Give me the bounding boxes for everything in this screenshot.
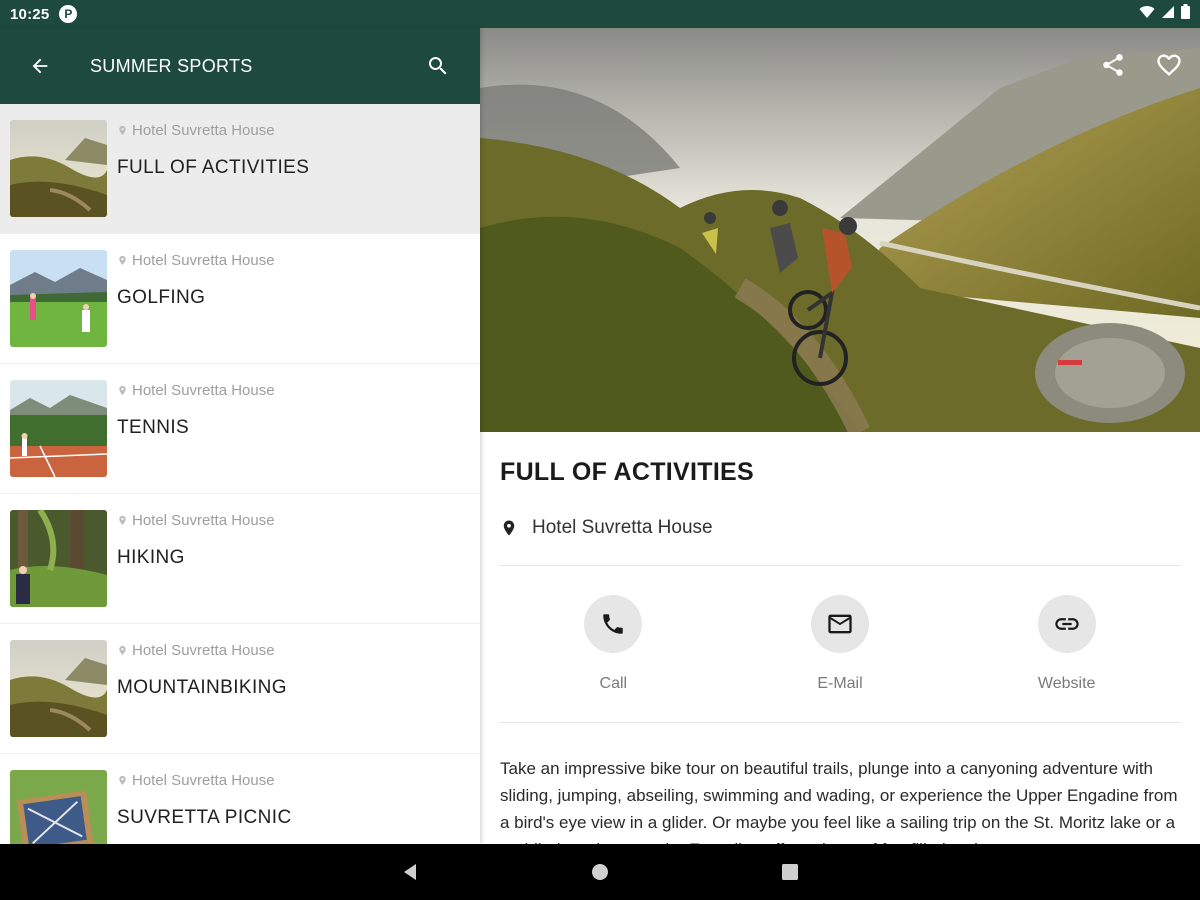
share-icon [1103,54,1123,76]
website-icon-circle [1037,595,1096,653]
item-location-text: Hotel Suvretta House [132,642,275,659]
detail-location-text: Hotel Suvretta House [532,517,713,538]
nav-back-icon [404,864,416,880]
signal-icon [1161,5,1175,24]
notification-app-icon: P [59,5,78,23]
heart-icon [1157,54,1181,76]
item-location: Hotel Suvretta House [117,512,275,529]
hero-actions [1096,48,1186,82]
location-pin-icon [119,645,126,656]
item-location-text: Hotel Suvretta House [132,772,275,789]
phone-icon [603,614,624,634]
item-location: Hotel Suvretta House [117,122,309,139]
item-location: Hotel Suvretta House [117,382,275,399]
item-location-text: Hotel Suvretta House [132,122,275,139]
location-pin-icon [119,515,126,526]
thumbnail-image [10,380,107,477]
wifi-icon [1139,5,1155,24]
status-bar: 10:25 P [0,0,1200,28]
status-time: 10:25 [10,5,50,23]
detail-pane: FULL OF ACTIVITIES Hotel Suvretta House … [480,28,1200,844]
item-location: Hotel Suvretta House [117,252,275,269]
call-label: Call [599,675,628,692]
nav-home-button[interactable] [580,852,620,892]
item-location-text: Hotel Suvretta House [132,252,275,269]
detail-content: FULL OF ACTIVITIES Hotel Suvretta House … [480,458,1200,844]
list-item[interactable]: Hotel Suvretta House HIKING [0,494,480,624]
back-button[interactable] [18,44,62,88]
call-icon-circle [584,595,643,653]
detail-title: FULL OF ACTIVITIES [500,458,755,486]
search-icon [429,57,447,75]
thumbnail-image [10,250,107,347]
item-location-text: Hotel Suvretta House [132,382,275,399]
nav-recents-icon [782,864,798,880]
search-button[interactable] [416,44,460,88]
email-label: E-Mail [817,675,863,692]
thumbnail-image [10,640,107,737]
mail-icon [828,614,852,634]
list-item[interactable]: Hotel Suvretta House FULL OF ACTIVITIES [0,104,480,234]
call-button[interactable]: Call [500,595,727,693]
item-title: TENNIS [117,417,190,438]
list-item[interactable]: Hotel Suvretta House MOUNTAINBIKING [0,624,480,754]
contact-actions: Call E-Mail Website [500,566,1180,722]
item-location-text: Hotel Suvretta House [132,512,275,529]
activity-list: Hotel Suvretta House FULL OF ACTIVITIES [0,104,480,844]
nav-home-icon [592,864,608,880]
share-button[interactable] [1096,48,1130,82]
item-location: Hotel Suvretta House [117,772,292,789]
thumbnail-image [10,770,107,844]
website-label: Website [1037,675,1096,692]
battery-icon [1181,4,1190,24]
website-button[interactable]: Website [953,595,1180,693]
location-pin-icon [119,255,126,266]
divider [500,722,1180,723]
list-pane: SUMMER SPORTS Hotel Suvretta House FULL … [0,28,480,844]
status-icons [1139,4,1190,24]
list-item[interactable]: Hotel Suvretta House SUVRETTA PICNIC [0,754,480,844]
item-title: HIKING [117,547,185,568]
list-item[interactable]: Hotel Suvretta House GOLFING [0,234,480,364]
favorite-button[interactable] [1152,48,1186,82]
page-title: SUMMER SPORTS [90,55,253,76]
email-icon-circle [811,595,869,653]
nav-recents-button[interactable] [770,852,810,892]
location-pin-icon [503,520,515,536]
system-nav-bar [0,844,1200,900]
item-title: MOUNTAINBIKING [117,677,287,698]
item-location: Hotel Suvretta House [117,642,287,659]
link-icon [1055,618,1079,630]
item-title: GOLFING [117,287,206,308]
app-bar: SUMMER SPORTS [0,28,480,104]
item-title: FULL OF ACTIVITIES [117,157,310,178]
detail-location[interactable]: Hotel Suvretta House [500,517,1180,539]
thumbnail-image [10,510,107,607]
thumbnail-image [10,120,107,217]
list-item[interactable]: Hotel Suvretta House TENNIS [0,364,480,494]
location-pin-icon [119,385,126,396]
hero-image [480,28,1200,432]
detail-description: Take an impressive bike tour on beautifu… [500,759,1178,844]
location-pin-icon [119,125,126,136]
nav-back-button[interactable] [390,852,430,892]
back-arrow-icon [32,58,48,74]
item-title: SUVRETTA PICNIC [117,807,292,828]
location-pin-icon [119,775,126,786]
email-button[interactable]: E-Mail [727,595,954,693]
